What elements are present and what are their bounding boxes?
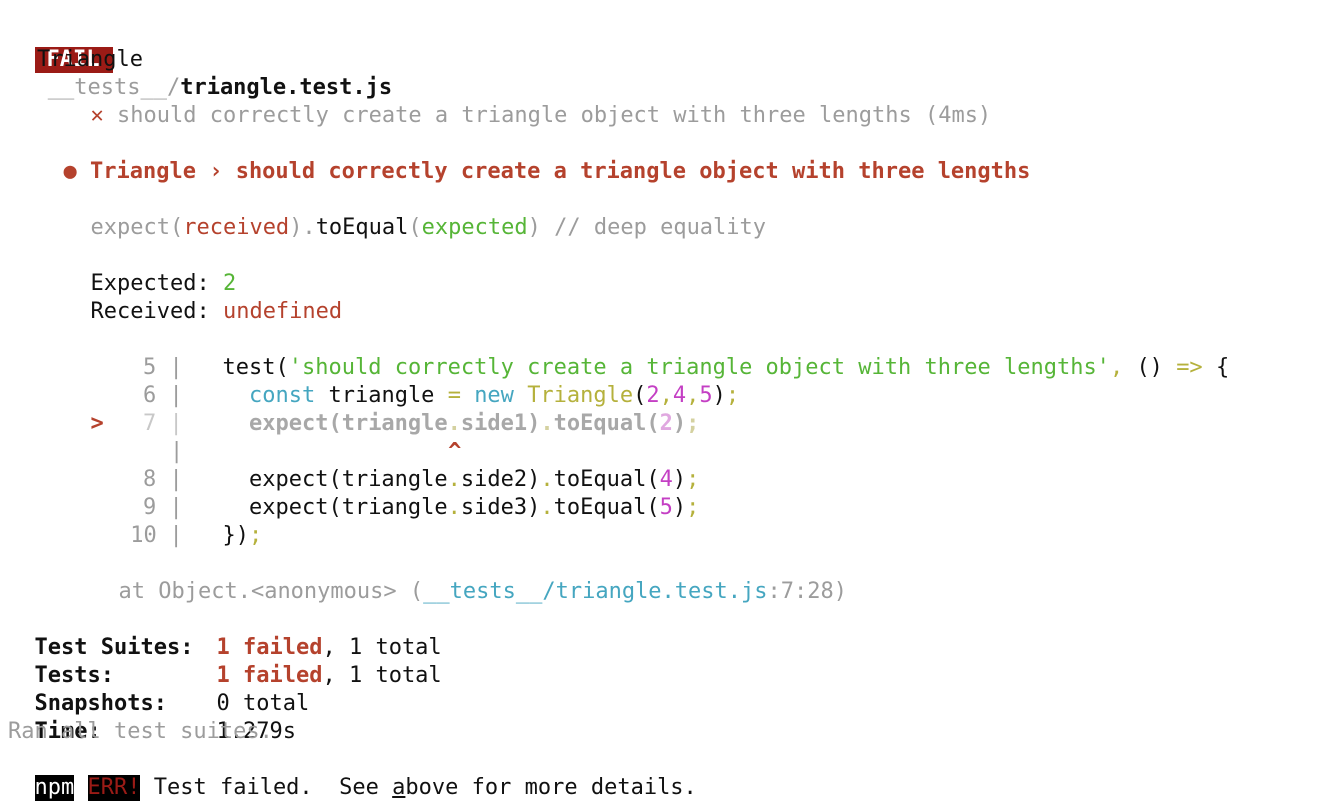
- npm-badge: npm: [34, 775, 75, 801]
- code-line-7-highlighted: > 7 | expect(triangle.side1).toEqual(2);: [90, 411, 700, 436]
- err-badge: ERR!: [87, 775, 141, 801]
- received-label: Received:: [90, 299, 223, 324]
- gutter-separator: |: [169, 523, 183, 548]
- summary-test-suites: Test Suites: 1 failed, 1 total: [34, 635, 442, 660]
- npm-error-line: npm ERR! Test failed. See above for more…: [34, 775, 697, 801]
- bullet-icon: ●: [63, 159, 77, 184]
- test-file-header: FAIL __tests__/triangle.test.js: [8, 18, 392, 100]
- failed-test-line: ✕ should correctly create a triangle obj…: [64, 74, 992, 128]
- code-line-5: 5 | test('should correctly create a tria…: [64, 326, 1229, 380]
- received-line: Received: undefined: [64, 270, 343, 324]
- summary-snapshots: Snapshots: 0 total: [34, 691, 310, 716]
- matcher-hint: expect(received).toEqual(expected) // de…: [90, 215, 767, 240]
- code-caret-line: | ^: [64, 410, 461, 464]
- error-title-line: ● Triangle › should correctly create a t…: [37, 130, 1031, 184]
- stack-trace-path-link[interactable]: __tests__/triangle.test.js: [423, 579, 767, 604]
- summary-tests: Tests: 1 failed, 1 total: [34, 663, 442, 688]
- fail-x-icon: ✕: [90, 103, 104, 128]
- code-line-8: 8 | expect(triangle.side2).toEqual(4);: [64, 438, 699, 492]
- error-title: Triangle › should correctly create a tri…: [90, 159, 1031, 184]
- code-line-6: 6 | const triangle = new Triangle(2,4,5)…: [64, 354, 739, 408]
- received-value: undefined: [222, 299, 343, 324]
- code-line-9: 9 | expect(triangle.side3).toEqual(5);: [64, 466, 699, 520]
- line-number: 10: [130, 523, 157, 548]
- expected-line: Expected: 2: [64, 242, 237, 296]
- code-line-10: 10 | });: [130, 523, 263, 548]
- stack-trace-line: at Object.<anonymous> (__tests__/triangl…: [118, 579, 848, 604]
- describe-block-name: Triangle: [37, 47, 143, 72]
- ran-all-suites: Ran all test suites.: [8, 719, 273, 744]
- failed-test-name: should correctly create a triangle objec…: [117, 103, 992, 128]
- terminal-cursor[interactable]: a: [392, 775, 405, 800]
- summary-time: Time: 1.279s: [34, 719, 296, 744]
